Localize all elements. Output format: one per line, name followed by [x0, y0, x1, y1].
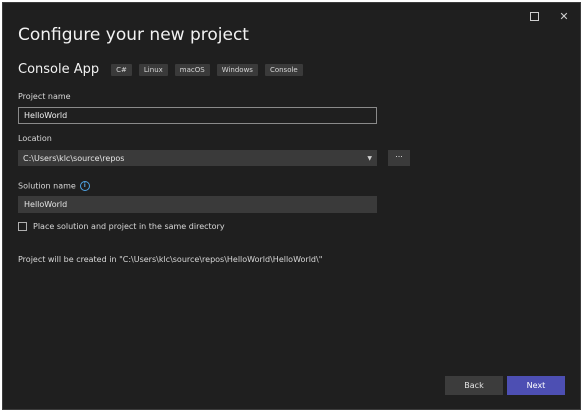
tag-windows: Windows	[216, 63, 258, 76]
browse-button[interactable]: ...	[388, 150, 410, 166]
chevron-down-icon: ▼	[367, 154, 372, 162]
solution-name-label-row: Solution name i	[18, 181, 90, 191]
location-label: Location	[18, 134, 52, 143]
close-button[interactable]: ✕	[556, 9, 572, 23]
template-name: Console App	[18, 62, 100, 77]
template-info: Console App C# Linux macOS Windows Conso…	[18, 62, 310, 77]
tag-macos: macOS	[174, 63, 210, 76]
location-value: C:\Users\klc\source\repos	[23, 153, 125, 163]
project-name-input[interactable]	[18, 107, 377, 124]
tag-console: Console	[264, 63, 303, 76]
project-path-note: Project will be created in "C:\Users\klc…	[18, 255, 323, 264]
same-directory-label: Place solution and project in the same d…	[33, 222, 225, 231]
dialog-window: ✕ Configure your new project Console App…	[2, 2, 581, 410]
solution-name-input[interactable]	[18, 196, 377, 213]
close-icon: ✕	[559, 9, 569, 23]
project-name-label: Project name	[18, 92, 71, 101]
window-controls: ✕	[526, 9, 572, 23]
maximize-button[interactable]	[526, 9, 542, 23]
same-directory-option[interactable]: Place solution and project in the same d…	[18, 222, 225, 231]
next-button[interactable]: Next	[507, 376, 565, 395]
info-icon[interactable]: i	[79, 181, 90, 191]
tag-linux: Linux	[138, 63, 168, 76]
solution-name-label: Solution name	[18, 181, 76, 191]
tag-csharp: C#	[111, 63, 132, 76]
same-directory-checkbox[interactable]	[18, 222, 27, 231]
page-title: Configure your new project	[18, 25, 249, 45]
location-combobox[interactable]: C:\Users\klc\source\repos ▼	[18, 150, 377, 166]
back-button[interactable]: Back	[445, 376, 503, 395]
maximize-icon	[529, 11, 539, 21]
